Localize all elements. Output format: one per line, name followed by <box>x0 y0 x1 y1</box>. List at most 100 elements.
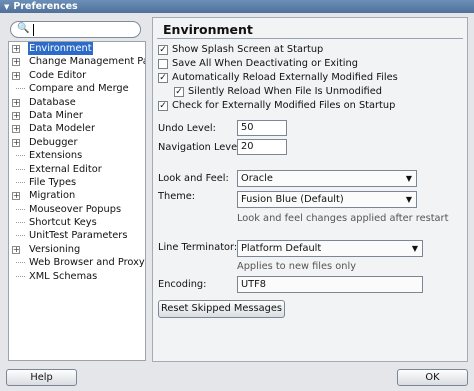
expand-icon[interactable]: + <box>12 45 20 53</box>
navigation-level-label: Navigation Level: <box>158 142 244 153</box>
ok-button[interactable]: OK <box>397 369 468 386</box>
encoding-label: Encoding: <box>158 279 207 290</box>
undo-level-label: Undo Level: <box>158 123 216 134</box>
tree-item[interactable]: + Versioning <box>9 243 145 256</box>
select-value: Platform Default <box>241 243 322 254</box>
checkbox-box[interactable]: ✓ <box>158 101 168 111</box>
tree-item[interactable]: XML Schemas <box>9 270 145 283</box>
expand-icon[interactable]: + <box>12 98 20 107</box>
tree-item-label: Versioning <box>29 243 81 255</box>
tree-item-label: UnitTest Parameters <box>29 230 128 242</box>
line-terminator-note: Applies to new files only <box>237 261 357 272</box>
tree-item[interactable]: + Code Editor <box>9 69 145 82</box>
line-terminator-label: Line Terminator: <box>158 242 238 253</box>
dropdown-arrow-icon[interactable]: ▼ <box>406 192 412 207</box>
tree-item-label: Compare and Merge <box>29 83 129 95</box>
tree-item[interactable]: Web Browser and Proxy <box>9 256 145 269</box>
tree-item[interactable]: + Data Modeler <box>9 122 145 135</box>
navigation-level-field[interactable]: 20 <box>237 139 287 155</box>
tree-item-label: External Editor <box>29 163 102 175</box>
select-value: UTF8 <box>241 279 267 290</box>
tree-guide-line <box>16 275 25 277</box>
page-title: Environment <box>163 22 253 37</box>
theme-select[interactable]: Fusion Blue (Default) ▼ <box>237 191 417 208</box>
expand-icon[interactable]: + <box>12 58 20 67</box>
theme-note: Look and feel changes applied after rest… <box>237 213 449 224</box>
window-title: Preferences <box>13 1 78 12</box>
navigation-panel: 🔍 + Environment + Change Management Param + C… <box>6 17 147 362</box>
expand-icon[interactable]: + <box>12 71 20 80</box>
tree-guide-line <box>16 235 25 237</box>
tree-item[interactable]: Shortcut Keys <box>9 216 145 229</box>
expand-icon[interactable]: + <box>12 111 20 120</box>
look-and-feel-label: Look and Feel: <box>158 173 229 184</box>
collapse-triangle-icon[interactable]: ▼ <box>4 1 9 14</box>
checkbox-box[interactable]: ✓ <box>158 73 168 83</box>
tree-item-label: Debugger <box>29 136 78 148</box>
checkbox-label: Check for Externally Modified Files on S… <box>172 100 396 111</box>
checkbox-box[interactable]: ✓ <box>174 87 184 97</box>
tree-item-label: Shortcut Keys <box>29 217 97 229</box>
expand-icon[interactable]: + <box>12 192 20 201</box>
tree-item[interactable]: Mouseover Popups <box>9 203 145 216</box>
tree-item-label: File Types <box>29 176 77 188</box>
expand-icon[interactable]: + <box>12 138 20 147</box>
tree-item-label: Extensions <box>29 150 83 162</box>
tree-guide-line <box>16 168 25 170</box>
help-button[interactable]: Help <box>6 369 77 386</box>
title-bar: ▼ Preferences <box>0 0 474 13</box>
checkbox-label: Show Splash Screen at Startup <box>172 44 324 55</box>
tree-item-label: Database <box>29 96 76 108</box>
expand-icon[interactable]: + <box>12 245 20 254</box>
tree-item[interactable]: + Debugger <box>9 136 145 149</box>
tree-item-label: Change Management Param <box>29 56 145 68</box>
tree-item[interactable]: File Types <box>9 176 145 189</box>
checkbox-box[interactable]: ✓ <box>158 45 168 55</box>
tree-item-label: Data Modeler <box>29 123 95 135</box>
tree-item[interactable]: UnitTest Parameters <box>9 229 145 242</box>
reset-skipped-messages-button[interactable]: Reset Skipped Messages <box>158 300 285 318</box>
tree-item[interactable]: + Data Miner <box>9 109 145 122</box>
text-caret <box>33 24 34 36</box>
tree-item-label: Web Browser and Proxy <box>29 257 145 269</box>
expand-icon[interactable]: + <box>12 125 20 134</box>
title-divider <box>157 38 463 39</box>
look-and-feel-select[interactable]: Oracle ▼ <box>237 170 417 187</box>
tree-item-label: Data Miner <box>29 109 83 121</box>
tree-guide-line <box>16 262 25 264</box>
tree-item[interactable]: + Change Management Param <box>9 55 145 68</box>
checkbox-label: Silently Reload When File Is Unmodified <box>188 86 382 97</box>
encoding-select[interactable]: UTF8 <box>237 276 423 293</box>
preferences-tree[interactable]: + Environment + Change Management Param + Cod… <box>8 41 146 361</box>
settings-panel: Environment ✓ Show Splash Screen at Star… <box>152 17 468 362</box>
tree-item[interactable]: + Database <box>9 96 145 109</box>
checkbox-box[interactable] <box>158 59 168 69</box>
tree-guide-line <box>16 222 25 224</box>
preferences-dialog: ▼ Preferences 🔍 + Environment + Change Manag… <box>0 0 474 391</box>
tree-item[interactable]: + Environment <box>9 42 145 56</box>
tree-item[interactable]: + Migration <box>9 189 145 202</box>
line-terminator-select[interactable]: Platform Default ▼ <box>237 240 423 257</box>
theme-label: Theme: <box>158 191 196 202</box>
tree-guide-line <box>16 181 25 183</box>
tree-item-label: XML Schemas <box>29 270 98 282</box>
tree-item[interactable]: Extensions <box>9 149 145 162</box>
select-value: Fusion Blue (Default) <box>241 194 344 205</box>
select-value: Oracle <box>241 173 273 184</box>
dropdown-arrow-icon[interactable]: ▼ <box>412 241 418 256</box>
checkbox-label: Automatically Reload Externally Modified… <box>172 72 398 83</box>
tree-item[interactable]: Compare and Merge <box>9 82 145 95</box>
tree-guide-line <box>16 88 25 90</box>
tree-item-label: Mouseover Popups <box>29 203 122 215</box>
undo-level-field[interactable]: 50 <box>237 120 287 136</box>
checkbox-label: Save All When Deactivating or Exiting <box>172 58 358 69</box>
search-input[interactable]: 🔍 <box>10 21 141 38</box>
tree-guide-line <box>16 155 25 157</box>
tree-guide-line <box>16 208 25 210</box>
dropdown-arrow-icon[interactable]: ▼ <box>406 171 412 186</box>
tree-item-label: Environment <box>28 42 93 56</box>
binoculars-icon[interactable]: 🔍 <box>17 23 29 34</box>
tree-item-label: Code Editor <box>29 69 87 81</box>
tree-item[interactable]: External Editor <box>9 163 145 176</box>
tree-item-label: Migration <box>29 190 76 202</box>
